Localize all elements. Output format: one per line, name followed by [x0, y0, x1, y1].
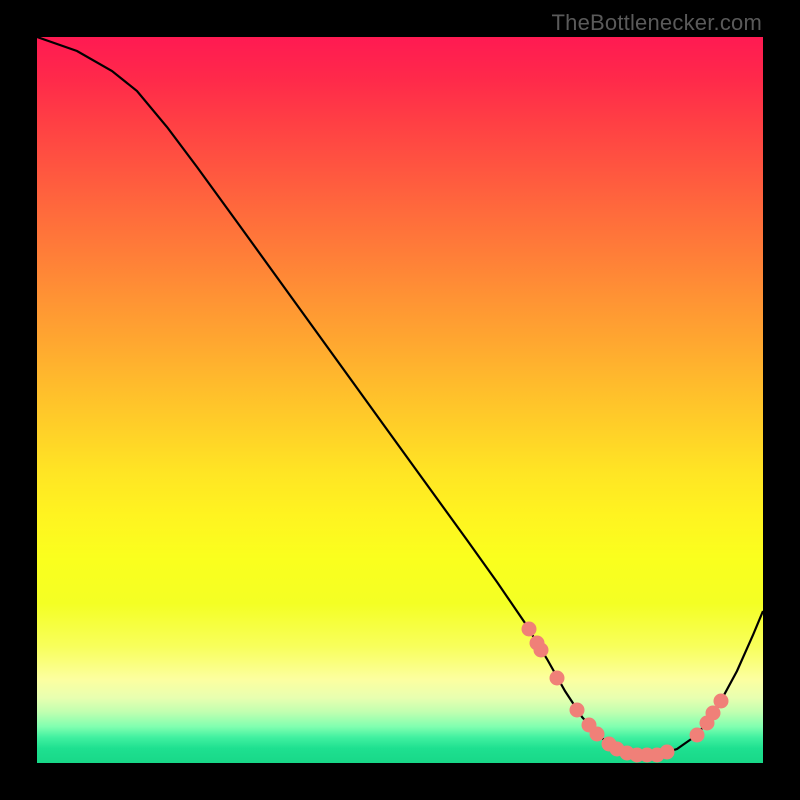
data-dot — [550, 671, 565, 686]
curve-svg — [37, 37, 763, 763]
bottleneck-curve — [37, 37, 763, 755]
data-dot — [570, 703, 585, 718]
data-dot — [690, 728, 705, 743]
data-dot — [714, 694, 729, 709]
dots-group — [522, 622, 729, 763]
data-dot — [660, 745, 675, 760]
data-dot — [590, 727, 605, 742]
watermark-text: TheBottlenecker.com — [552, 10, 762, 36]
plot-area — [37, 37, 763, 763]
data-dot — [534, 643, 549, 658]
chart-container: TheBottlenecker.com — [0, 0, 800, 800]
data-dot — [522, 622, 537, 637]
